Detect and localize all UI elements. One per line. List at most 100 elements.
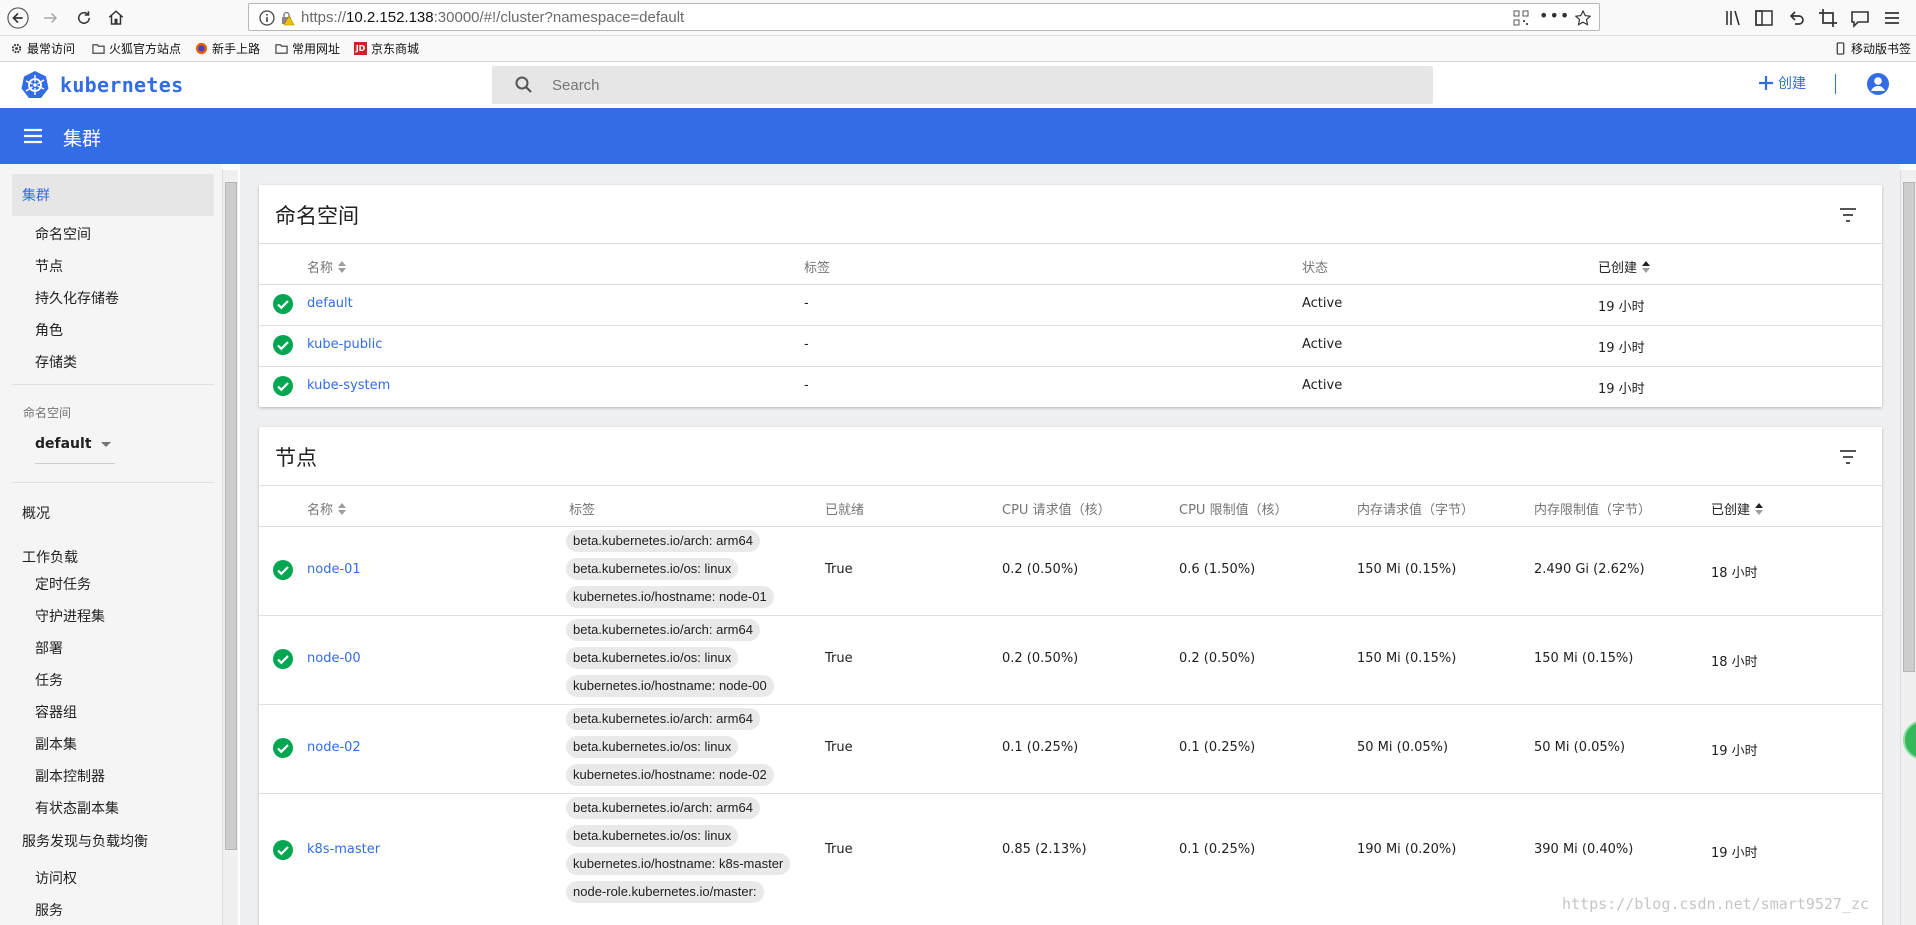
bookmark-mobile[interactable]: 移动版书签 xyxy=(1834,40,1911,57)
label-chip: beta.kubernetes.io/arch: arm64 xyxy=(566,619,760,641)
bookmark-firefox-site[interactable]: 火狐官方站点 xyxy=(92,40,181,57)
sidebar-item-daemon-sets[interactable]: 守护进程集 xyxy=(35,606,105,626)
forward-button[interactable] xyxy=(38,6,62,30)
filter-icon[interactable] xyxy=(1838,205,1858,225)
node-cpu-requests: 0.2 (0.50%) xyxy=(1002,651,1079,666)
bookmark-most-visited[interactable]: 最常访问 xyxy=(10,40,75,57)
chevron-down-icon xyxy=(101,442,111,447)
sidebar-item-ingresses[interactable]: 访问权 xyxy=(35,868,77,888)
column-header-name[interactable]: 名称 xyxy=(307,257,347,276)
reload-button[interactable] xyxy=(72,6,96,30)
menu-icon[interactable] xyxy=(1882,8,1902,28)
sidebar-item-workloads[interactable]: 工作负载 xyxy=(12,536,214,578)
home-button[interactable] xyxy=(104,6,128,30)
firefox-icon xyxy=(195,42,208,55)
library-icon[interactable] xyxy=(1724,8,1744,28)
sidebar-item-cron-jobs[interactable]: 定时任务 xyxy=(35,574,91,594)
filter-icon[interactable] xyxy=(1838,447,1858,467)
node-name-link[interactable]: node-02 xyxy=(307,740,361,755)
check-circle-icon xyxy=(273,376,293,396)
sidebar-item-stateful-sets[interactable]: 有状态副本集 xyxy=(35,798,119,818)
bookmark-getting-started[interactable]: 新手上路 xyxy=(195,40,260,57)
undo-icon[interactable] xyxy=(1786,8,1806,28)
node-ready: True xyxy=(825,740,853,755)
crop-icon[interactable] xyxy=(1818,8,1838,28)
kubernetes-logo[interactable]: kubernetes xyxy=(20,70,183,100)
sort-icon xyxy=(1642,260,1651,273)
bookmark-jd[interactable]: JD 京东商城 xyxy=(354,40,419,57)
column-label: 标签 xyxy=(804,261,831,276)
namespace-status: Active xyxy=(1302,378,1343,393)
main-scrollbar[interactable] xyxy=(1900,170,1916,925)
sidebar-scroll-thumb[interactable] xyxy=(225,182,237,850)
sidebar-item-persistent-volumes[interactable]: 持久化存储卷 xyxy=(35,288,119,308)
bookmark-label: 新手上路 xyxy=(212,42,261,56)
page-title: 集群 xyxy=(63,128,102,150)
check-circle-icon xyxy=(273,335,293,355)
column-header-name[interactable]: 名称 xyxy=(307,499,347,518)
node-created: 19 小时 xyxy=(1711,846,1758,861)
sidebar-item-roles[interactable]: 角色 xyxy=(35,320,63,340)
sidebar-item-storage-classes[interactable]: 存储类 xyxy=(35,352,77,372)
search-placeholder: Search xyxy=(552,77,600,94)
bookmark-common-sites[interactable]: 常用网址 xyxy=(275,40,340,57)
main-scroll-thumb[interactable] xyxy=(1903,182,1915,672)
sidebar-item-replication-controllers[interactable]: 副本控制器 xyxy=(35,766,105,786)
sidebar-item-overview[interactable]: 概况 xyxy=(12,492,214,534)
back-button[interactable] xyxy=(6,6,30,30)
sidebar-item-cluster[interactable]: 集群 xyxy=(12,174,214,216)
sidebar-item-services[interactable]: 服务 xyxy=(35,900,63,920)
sidebar-item-label: 工作负载 xyxy=(22,550,78,566)
address-bar[interactable]: https://10.2.152.138:30000/#!/cluster?na… xyxy=(248,3,1600,31)
page-actions-icon[interactable]: ••• xyxy=(1539,6,1570,25)
column-label: CPU 限制值（核） xyxy=(1179,503,1288,518)
node-name-link[interactable]: node-01 xyxy=(307,562,361,577)
column-label: 内存请求值（字节） xyxy=(1357,503,1475,518)
sidebar-scrollbar[interactable] xyxy=(222,170,238,925)
main-content: 命名空间 名称 标签 状态 已创建 default - Active 19 小时… xyxy=(240,164,1900,925)
sidebar-item-replica-sets[interactable]: 副本集 xyxy=(35,734,77,754)
sidebar-item-nodes[interactable]: 节点 xyxy=(35,256,63,276)
column-header-labels: 标签 xyxy=(804,257,830,276)
hamburger-menu-icon[interactable] xyxy=(22,125,44,147)
node-name-link[interactable]: node-00 xyxy=(307,651,361,666)
qr-code-icon[interactable] xyxy=(1513,10,1529,26)
namespace-labels: - xyxy=(804,296,809,311)
table-row: node-01 beta.kubernetes.io/arch: arm64 b… xyxy=(259,527,1882,616)
sidebar-item-pods[interactable]: 容器组 xyxy=(35,702,77,722)
column-header-created[interactable]: 已创建 xyxy=(1598,257,1651,276)
account-icon[interactable] xyxy=(1866,72,1890,96)
namespace-name-link[interactable]: kube-public xyxy=(307,337,382,352)
column-label: 名称 xyxy=(307,503,334,518)
node-memory-limits: 50 Mi (0.05%) xyxy=(1534,740,1626,755)
sidebar-toggle-icon[interactable] xyxy=(1754,8,1774,28)
check-circle-icon xyxy=(273,294,293,314)
sidebar-item-namespaces[interactable]: 命名空间 xyxy=(35,224,91,244)
node-cpu-limits: 0.2 (0.50%) xyxy=(1179,651,1256,666)
namespace-created: 19 小时 xyxy=(1598,300,1645,315)
plus-icon xyxy=(1759,76,1773,90)
chat-icon[interactable] xyxy=(1850,8,1870,28)
namespace-name-link[interactable]: default xyxy=(307,296,353,311)
sidebar-item-jobs[interactable]: 任务 xyxy=(35,670,63,690)
column-header-created[interactable]: 已创建 xyxy=(1711,499,1764,518)
node-ready: True xyxy=(825,842,853,857)
sidebar-item-deployments[interactable]: 部署 xyxy=(35,638,63,658)
page-toolbar: 集群 xyxy=(0,108,1916,164)
namespace-name-link[interactable]: kube-system xyxy=(307,378,390,393)
sidebar-item-discovery[interactable]: 服务发现与负载均衡 xyxy=(12,820,214,862)
info-icon[interactable] xyxy=(259,10,275,26)
namespace-select[interactable]: default xyxy=(35,434,115,464)
search-input[interactable]: Search xyxy=(492,66,1433,104)
column-header-status: 状态 xyxy=(1302,257,1328,276)
create-button[interactable]: 创建 xyxy=(1758,73,1806,93)
node-name-link[interactable]: k8s-master xyxy=(307,842,380,857)
namespace-created: 19 小时 xyxy=(1598,341,1645,356)
insecure-lock-icon[interactable] xyxy=(279,10,295,26)
browser-toolbar: https://10.2.152.138:30000/#!/cluster?na… xyxy=(0,0,1916,36)
namespace-status: Active xyxy=(1302,296,1343,311)
node-ready: True xyxy=(825,651,853,666)
bookmark-star-icon[interactable] xyxy=(1575,10,1591,26)
node-memory-requests: 150 Mi (0.15%) xyxy=(1357,562,1457,577)
column-header-cpu-requests: CPU 请求值（核） xyxy=(1002,499,1111,518)
